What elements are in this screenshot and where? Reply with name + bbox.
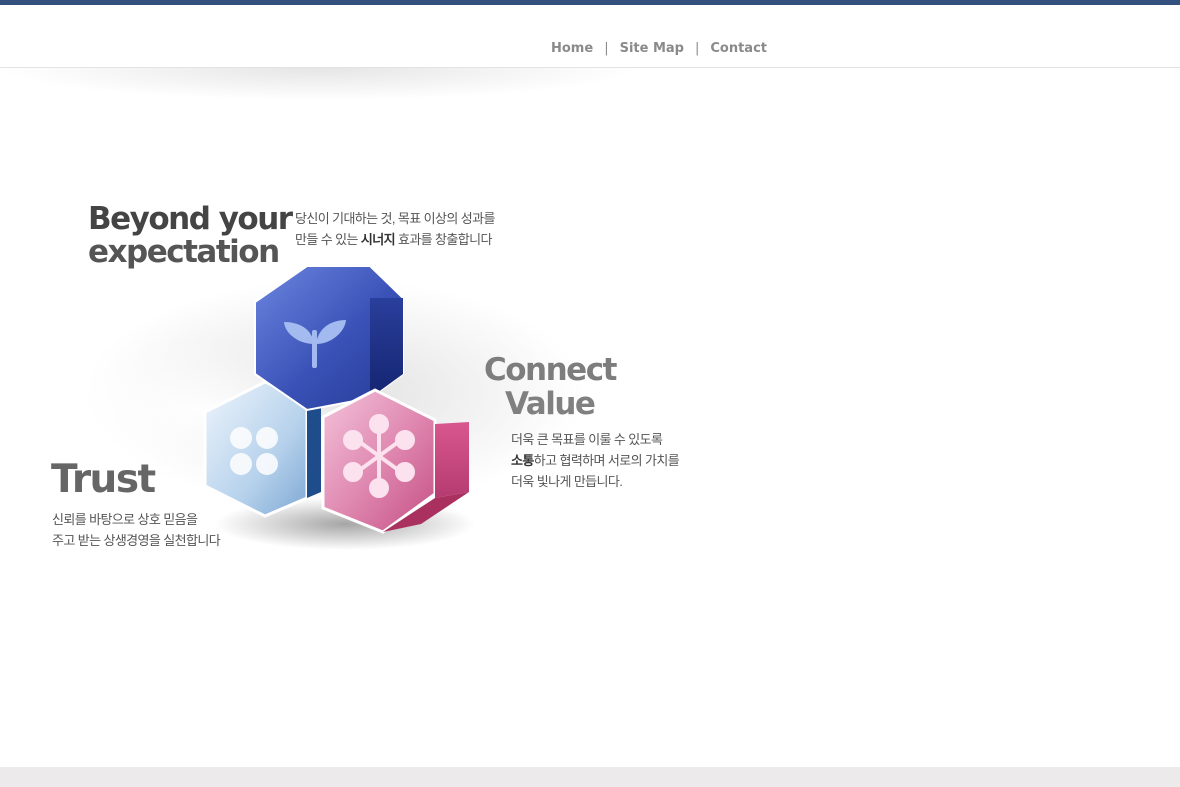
nav-home-link[interactable]: Home (551, 41, 593, 56)
trust-desc: 신뢰를 바탕으로 상호 믿음을 주고 받는 상생경영을 실천합니다 (52, 509, 221, 551)
beyond-desc: 당신이 기대하는 것, 목표 이상의 성과를 만들 수 있는 시너지 효과를 창… (295, 208, 495, 250)
connect-desc: 더욱 큰 목표를 이룰 수 있도록 소통하고 협력하며 서로의 가치를 더욱 빛… (511, 429, 680, 492)
nav-contact-link[interactable]: Contact (710, 41, 767, 56)
light-blue-hexagon-side (307, 400, 321, 498)
beyond-desc-text: 효과를 창출합니다 (397, 232, 493, 247)
light-blue-hexagon (203, 380, 309, 518)
beyond-desc-bold: 시너지 (360, 232, 396, 247)
connect-heading-line2: Value (505, 386, 596, 422)
beyond-desc-text: 만들 수 있는 (295, 232, 358, 247)
nav-sitemap-link[interactable]: Site Map (620, 41, 684, 56)
trust-heading: Trust (51, 457, 156, 502)
beyond-heading-line1: Beyond your (88, 201, 293, 237)
pink-hexagon-side (435, 422, 469, 498)
connect-heading-line1: Connect (484, 352, 617, 388)
hexagon-svg (203, 265, 475, 550)
trust-desc-line2: 주고 받는 상생경영을 실천합니다 (52, 533, 221, 548)
connect-desc-line3: 더욱 빛나게 만듭니다. (511, 474, 623, 489)
nav-separator: | (604, 41, 609, 56)
blue-hexagon-side (370, 298, 403, 398)
connect-desc-bold: 소통 (511, 453, 534, 468)
footer-bar (0, 767, 1180, 787)
nav-separator: | (694, 41, 700, 56)
hexagon-graphic (195, 262, 495, 562)
header: Home | Site Map | Contact (0, 5, 1180, 68)
beyond-desc-line1: 당신이 기대하는 것, 목표 이상의 성과를 (295, 211, 495, 226)
connect-desc-text: 하고 협력하며 서로의 가치를 (533, 453, 680, 468)
connect-desc-line1: 더욱 큰 목표를 이룰 수 있도록 (511, 432, 663, 447)
trust-desc-line1: 신뢰를 바탕으로 상호 믿음을 (52, 512, 198, 527)
connect-desc-line2: 소통하고 협력하며 서로의 가치를 (511, 450, 680, 471)
beyond-desc-line2: 만들 수 있는 시너지 효과를 창출합니다 (295, 229, 495, 250)
header-shadow (0, 68, 760, 114)
top-nav: Home | Site Map | Contact (551, 41, 767, 56)
